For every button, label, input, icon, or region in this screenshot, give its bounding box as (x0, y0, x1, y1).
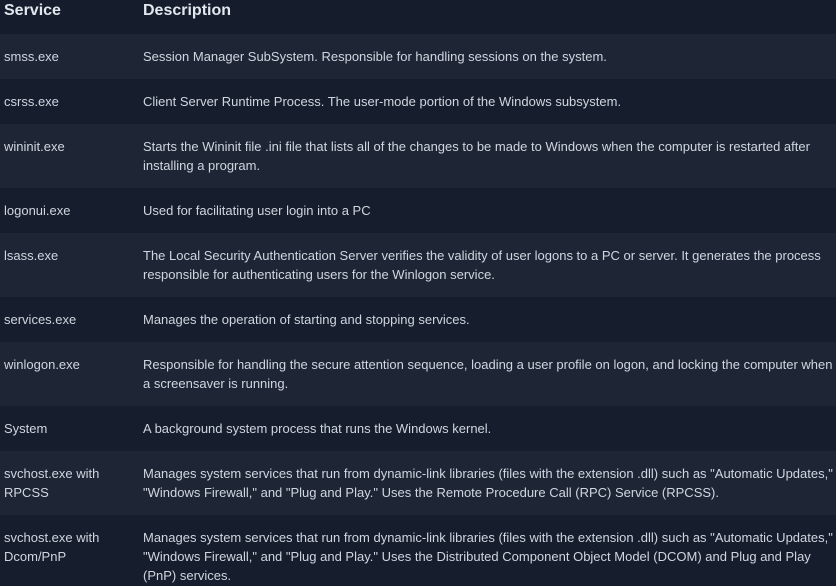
table-row: csrss.exe Client Server Runtime Process.… (0, 79, 836, 124)
description-cell: Manages the operation of starting and st… (143, 312, 470, 327)
service-cell: svchost.exe with Dcom/PnP (4, 530, 100, 564)
description-cell: Session Manager SubSystem. Responsible f… (143, 49, 607, 64)
service-cell: winlogon.exe (4, 357, 80, 372)
description-cell: A background system process that runs th… (143, 421, 492, 436)
column-header-description: Description (139, 0, 836, 34)
table-row: svchost.exe with Dcom/PnP Manages system… (0, 515, 836, 586)
service-cell: lsass.exe (4, 248, 59, 263)
service-cell: wininit.exe (4, 139, 65, 154)
service-cell: csrss.exe (4, 94, 59, 109)
table-row: wininit.exe Starts the Wininit file .ini… (0, 124, 836, 188)
table-header: Service Description (0, 0, 836, 34)
description-cell: Manages system services that run from dy… (143, 530, 833, 583)
service-cell: smss.exe (4, 49, 59, 64)
column-header-service: Service (0, 0, 139, 34)
description-cell: Used for facilitating user login into a … (143, 203, 371, 218)
table-row: smss.exe Session Manager SubSystem. Resp… (0, 34, 836, 79)
service-cell: svchost.exe with RPCSS (4, 466, 100, 500)
table-row: logonui.exe Used for facilitating user l… (0, 188, 836, 233)
service-cell: logonui.exe (4, 203, 71, 218)
description-cell: Manages system services that run from dy… (143, 466, 833, 500)
description-cell: Starts the Wininit file .ini file that l… (143, 139, 810, 173)
table-row: System A background system process that … (0, 406, 836, 451)
services-table: Service Description smss.exe Session Man… (0, 0, 836, 586)
table-row: svchost.exe with RPCSS Manages system se… (0, 451, 836, 515)
header-row: Service Description (0, 0, 836, 34)
description-cell: Responsible for handling the secure atte… (143, 357, 833, 391)
table-row: lsass.exe The Local Security Authenticat… (0, 233, 836, 297)
table-row: services.exe Manages the operation of st… (0, 297, 836, 342)
service-cell: System (4, 421, 48, 436)
service-cell: services.exe (4, 312, 77, 327)
table-body: smss.exe Session Manager SubSystem. Resp… (0, 34, 836, 586)
description-cell: Client Server Runtime Process. The user-… (143, 94, 622, 109)
description-cell: The Local Security Authentication Server… (143, 248, 821, 282)
table-row: winlogon.exe Responsible for handling th… (0, 342, 836, 406)
